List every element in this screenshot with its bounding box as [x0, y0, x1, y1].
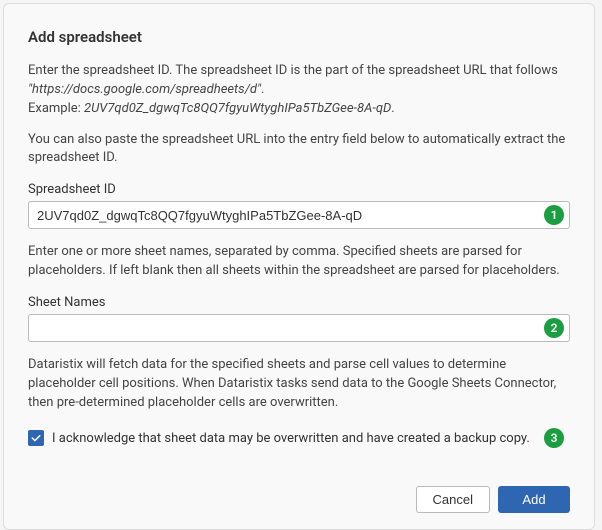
cancel-button[interactable]: Cancel	[416, 486, 490, 513]
sheet-names-input[interactable]	[28, 314, 570, 342]
help-sheet-names: Enter one or more sheet names, separated…	[28, 243, 570, 281]
description-intro: Enter the spreadsheet ID. The spreadshee…	[28, 62, 570, 119]
dialog-title: Add spreadsheet	[28, 28, 570, 46]
add-button[interactable]: Add	[498, 486, 570, 513]
example-suffix: .	[391, 101, 394, 116]
description-intro2: You can also paste the spreadsheet URL i…	[28, 131, 570, 169]
intro-text-1: Enter the spreadsheet ID. The spreadshee…	[28, 63, 558, 78]
intro-url: "https://docs.google.com/spreadheets/d"	[28, 82, 261, 97]
example-prefix: Example:	[28, 101, 84, 116]
dialog-footer: Cancel Add	[28, 486, 570, 513]
spreadsheet-id-row: 1	[28, 201, 570, 229]
sheet-names-row: 2	[28, 314, 570, 342]
sheet-names-label: Sheet Names	[28, 295, 570, 310]
step-badge-1: 1	[544, 205, 564, 225]
acknowledge-row: I acknowledge that sheet data may be ove…	[28, 430, 570, 446]
step-badge-2: 2	[544, 318, 564, 338]
step-badge-3: 3	[544, 428, 564, 448]
add-spreadsheet-dialog: Add spreadsheet Enter the spreadsheet ID…	[3, 3, 595, 530]
acknowledge-checkbox[interactable]	[28, 430, 44, 446]
intro-text-1-end: .	[261, 82, 264, 97]
acknowledge-label: I acknowledge that sheet data may be ove…	[52, 431, 530, 446]
checkmark-icon	[30, 432, 42, 444]
help-overwrite: Dataristix will fetch data for the speci…	[28, 356, 570, 413]
example-id: 2UV7qd0Z_dgwqTc8QQ7fgyuWtyghIPa5TbZGee-8…	[84, 101, 391, 116]
spreadsheet-id-input[interactable]	[28, 201, 570, 229]
spreadsheet-id-label: Spreadsheet ID	[28, 182, 570, 197]
